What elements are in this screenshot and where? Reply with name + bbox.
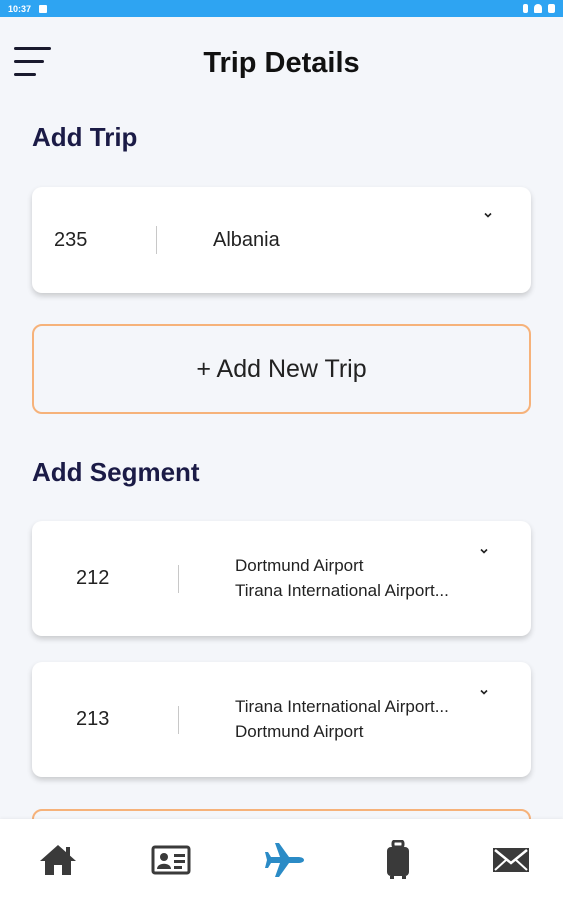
- trip-id: 235: [54, 229, 88, 251]
- segment-from: Tirana International Airport...: [235, 697, 449, 716]
- add-trip-heading: Add Trip: [32, 122, 138, 152]
- divider: [178, 706, 179, 734]
- luggage-icon[interactable]: [376, 838, 420, 882]
- home-icon[interactable]: [36, 838, 80, 882]
- segment-to: Tirana International Airport...: [235, 581, 449, 600]
- airplane-icon[interactable]: [263, 838, 307, 882]
- add-segment-heading: Add Segment: [32, 457, 200, 487]
- segment-id: 213: [76, 708, 110, 730]
- trip-select-dropdown[interactable]: 235 Albania: [32, 187, 531, 293]
- divider: [178, 565, 179, 593]
- status-indicators: [523, 4, 555, 13]
- chevron-down-icon: [484, 212, 492, 218]
- chevron-down-icon: [480, 689, 488, 695]
- mail-icon[interactable]: [489, 838, 533, 882]
- bottom-navigation: [0, 819, 563, 900]
- wifi-icon: [534, 4, 542, 13]
- id-card-icon[interactable]: [149, 838, 193, 882]
- battery-icon: [548, 4, 555, 13]
- segment-route: Dortmund Airport Tirana International Ai…: [235, 553, 475, 603]
- status-time: 10:37: [8, 3, 32, 14]
- segment-to: Dortmund Airport: [235, 722, 364, 741]
- page-title: Trip Details: [203, 47, 360, 79]
- segment-card[interactable]: 212 Dortmund Airport Tirana Internationa…: [32, 521, 531, 636]
- add-new-trip-button[interactable]: + Add New Trip: [32, 324, 531, 414]
- segment-from: Dortmund Airport: [235, 556, 364, 575]
- mic-icon: [523, 4, 528, 13]
- divider: [156, 226, 157, 254]
- segment-card[interactable]: 213 Tirana International Airport... Dort…: [32, 662, 531, 777]
- segment-route: Tirana International Airport... Dortmund…: [235, 694, 475, 744]
- notification-icon: [39, 4, 48, 13]
- trip-name: Albania: [213, 229, 280, 251]
- segment-id: 212: [76, 567, 110, 589]
- chevron-down-icon: [480, 548, 488, 554]
- app-header: Trip Details: [0, 17, 563, 112]
- status-bar: 10:37: [0, 0, 563, 17]
